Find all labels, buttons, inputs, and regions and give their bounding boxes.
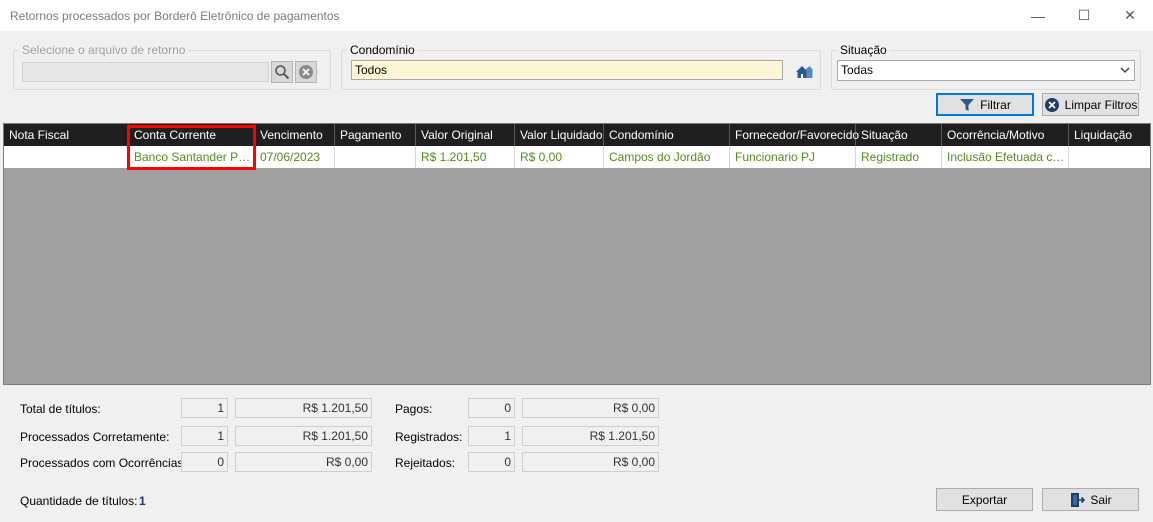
processados-corretamente-label: Processados Corretamente: (20, 430, 170, 444)
clear-x-icon (299, 65, 313, 79)
cell-condominio[interactable]: Campos do Jordão (604, 146, 730, 168)
col-pagamento[interactable]: Pagamento (335, 124, 416, 146)
clear-filter-icon (1044, 97, 1059, 112)
cell-valor-liquidado[interactable]: R$ 0,00 (515, 146, 604, 168)
col-condominio[interactable]: Condomínio (604, 124, 730, 146)
processados-ocorrencias-label: Processados com Ocorrências: (20, 456, 187, 470)
clear-filters-button[interactable]: Limpar Filtros (1042, 93, 1139, 116)
rejeitados-value: R$ 0,00 (522, 452, 659, 472)
close-icon: ✕ (1124, 7, 1136, 23)
pagos-value: R$ 0,00 (522, 398, 659, 418)
magnifier-icon (275, 65, 290, 80)
registrados-label: Registrados: (395, 430, 463, 444)
table-row[interactable]: Banco Santander Prin… 07/06/2023 R$ 1.20… (4, 146, 1150, 168)
quantidade-label: Quantidade de títulos: (20, 494, 138, 508)
maximize-button[interactable]: ☐ (1061, 0, 1107, 31)
processados-ocorrencias-value: R$ 0,00 (235, 452, 372, 472)
registrados-count: 1 (468, 426, 515, 446)
minimize-button[interactable]: — (1015, 0, 1061, 31)
cell-valor-original[interactable]: R$ 1.201,50 (416, 146, 515, 168)
cell-vencimento[interactable]: 07/06/2023 (255, 146, 335, 168)
results-grid[interactable]: Nota Fiscal Conta Corrente Vencimento Pa… (3, 123, 1151, 385)
filter-button-label: Filtrar (980, 97, 1011, 112)
filter-button[interactable]: Filtrar (936, 93, 1034, 116)
processados-corretamente-value: R$ 1.201,50 (235, 426, 372, 446)
close-button[interactable]: ✕ (1107, 0, 1153, 31)
cell-conta-corrente[interactable]: Banco Santander Prin… (129, 146, 255, 168)
cell-pagamento[interactable] (335, 146, 416, 168)
pagos-label: Pagos: (395, 402, 433, 416)
export-button[interactable]: Exportar (936, 488, 1033, 511)
col-vencimento[interactable]: Vencimento (255, 124, 335, 146)
registrados-value: R$ 1.201,50 (522, 426, 659, 446)
total-titulos-label: Total de títulos: (20, 402, 101, 416)
cell-situacao[interactable]: Registrado (856, 146, 942, 168)
cell-fornecedor[interactable]: Funcionario PJ (730, 146, 856, 168)
col-valor-original[interactable]: Valor Original (416, 124, 515, 146)
col-valor-liquidado[interactable]: Valor Liquidado (515, 124, 604, 146)
file-input[interactable] (22, 62, 269, 82)
funnel-icon (960, 98, 975, 111)
rejeitados-count: 0 (468, 452, 515, 472)
total-titulos-value: R$ 1.201,50 (235, 398, 372, 418)
buildings-icon (796, 66, 813, 78)
minimize-icon: — (1031, 7, 1045, 24)
situacao-legend: Situação (840, 43, 887, 57)
col-liquidacao[interactable]: Liquidação (1069, 124, 1150, 146)
condominio-input[interactable]: Todos (351, 60, 783, 80)
condominio-legend: Condomínio (350, 43, 415, 57)
file-search-button[interactable] (271, 61, 293, 83)
exit-button[interactable]: Sair (1042, 488, 1139, 511)
cell-ocorrencia[interactable]: Inclusão Efetuada co… (942, 146, 1069, 168)
chevron-down-icon (1120, 67, 1130, 73)
col-fornecedor[interactable]: Fornecedor/Favorecido (730, 124, 859, 146)
pagos-count: 0 (468, 398, 515, 418)
exit-button-label: Sair (1090, 492, 1112, 507)
export-button-label: Exportar (961, 492, 1008, 507)
processados-ocorrencias-count: 0 (181, 452, 228, 472)
col-situacao[interactable]: Situação (856, 124, 942, 146)
quantidade-value: 1 (139, 494, 146, 508)
grid-header: Nota Fiscal Conta Corrente Vencimento Pa… (4, 124, 1150, 146)
maximize-icon: ☐ (1077, 7, 1091, 23)
cell-nota-fiscal[interactable] (4, 146, 129, 168)
col-conta-corrente[interactable]: Conta Corrente (129, 124, 255, 146)
cell-liquidacao[interactable] (1069, 146, 1150, 168)
exit-door-icon (1071, 492, 1086, 507)
situacao-select[interactable]: Todas (837, 60, 1135, 81)
clear-filters-label: Limpar Filtros (1064, 97, 1138, 112)
condominio-lookup-button[interactable] (794, 61, 814, 81)
col-nota-fiscal[interactable]: Nota Fiscal (4, 124, 129, 146)
situacao-selected: Todas (841, 63, 874, 77)
processados-corretamente-count: 1 (181, 426, 228, 446)
title-bar: Retornos processados por Borderô Eletrôn… (0, 0, 1153, 31)
file-clear-button[interactable] (295, 61, 317, 83)
main-window: Retornos processados por Borderô Eletrôn… (0, 0, 1153, 522)
col-ocorrencia[interactable]: Ocorrência/Motivo (942, 124, 1069, 146)
rejeitados-label: Rejeitados: (395, 456, 456, 470)
window-title: Retornos processados por Borderô Eletrôn… (10, 9, 340, 23)
total-titulos-count: 1 (181, 398, 228, 418)
file-group-legend: Selecione o arquivo de retorno (22, 43, 186, 57)
